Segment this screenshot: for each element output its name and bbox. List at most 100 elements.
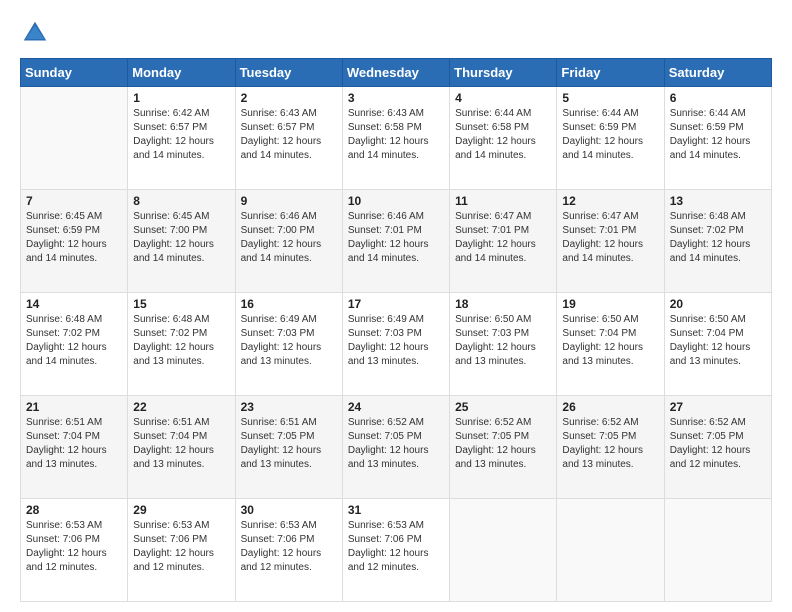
- calendar-cell: 2 Sunrise: 6:43 AMSunset: 6:57 PMDaylight…: [235, 87, 342, 190]
- day-info: Sunrise: 6:42 AMSunset: 6:57 PMDaylight:…: [133, 107, 229, 163]
- day-info: Sunrise: 6:52 AMSunset: 7:05 PMDaylight:…: [562, 416, 658, 472]
- calendar-cell: 28 Sunrise: 6:53 AMSunset: 7:06 PMDayligh…: [21, 499, 128, 602]
- calendar-week-row: 7 Sunrise: 6:45 AMSunset: 6:59 PMDaylight…: [21, 190, 772, 293]
- day-info: Sunrise: 6:52 AMSunset: 7:05 PMDaylight:…: [455, 416, 551, 472]
- calendar-cell: 10Sunrise: 6:46 AMSunset: 7:01 PMDayligh…: [342, 190, 449, 293]
- day-number: 5: [562, 91, 658, 105]
- page: SundayMondayTuesdayWednesdayThursdayFrid…: [0, 0, 792, 612]
- day-number: 22: [133, 400, 229, 414]
- day-number: 24: [348, 400, 444, 414]
- calendar-cell: 18 Sunrise: 6:50 AMSunset: 7:03 PMDayligh…: [450, 293, 557, 396]
- calendar-header-row: SundayMondayTuesdayWednesdayThursdayFrid…: [21, 59, 772, 87]
- calendar-cell: [21, 87, 128, 190]
- day-info: Sunrise: 6:46 AMSunset: 7:01 PMDaylight:…: [348, 210, 444, 266]
- day-info: Sunrise: 6:53 AMSunset: 7:06 PMDaylight:…: [348, 519, 444, 575]
- calendar-cell: 16 Sunrise: 6:49 AMSunset: 7:03 PMDayligh…: [235, 293, 342, 396]
- calendar-cell: 29 Sunrise: 6:53 AMSunset: 7:06 PMDayligh…: [128, 499, 235, 602]
- day-number: 4: [455, 91, 551, 105]
- calendar-cell: 20 Sunrise: 6:50 AMSunset: 7:04 PMDayligh…: [664, 293, 771, 396]
- calendar-cell: 15Sunrise: 6:48 AMSunset: 7:02 PMDayligh…: [128, 293, 235, 396]
- day-info: Sunrise: 6:43 AMSunset: 6:57 PMDaylight:…: [241, 107, 337, 163]
- day-info: Sunrise: 6:46 AMSunset: 7:00 PMDaylight:…: [241, 210, 337, 266]
- calendar-cell: 30 Sunrise: 6:53 AMSunset: 7:06 PMDayligh…: [235, 499, 342, 602]
- calendar-cell: 4Sunrise: 6:44 AMSunset: 6:58 PMDaylight…: [450, 87, 557, 190]
- day-info: Sunrise: 6:43 AMSunset: 6:58 PMDaylight:…: [348, 107, 444, 163]
- day-number: 29: [133, 503, 229, 517]
- day-info: Sunrise: 6:48 AMSunset: 7:02 PMDaylight:…: [133, 313, 229, 369]
- day-number: 2: [241, 91, 337, 105]
- calendar-week-row: 14 Sunrise: 6:48 AMSunset: 7:02 PMDayligh…: [21, 293, 772, 396]
- day-info: Sunrise: 6:44 AMSunset: 6:59 PMDaylight:…: [562, 107, 658, 163]
- day-header-sunday: Sunday: [21, 59, 128, 87]
- day-info: Sunrise: 6:51 AMSunset: 7:04 PMDaylight:…: [26, 416, 122, 472]
- calendar-cell: 12 Sunrise: 6:47 AMSunset: 7:01 PMDayligh…: [557, 190, 664, 293]
- day-number: 12: [562, 194, 658, 208]
- day-info: Sunrise: 6:44 AMSunset: 6:59 PMDaylight:…: [670, 107, 766, 163]
- calendar-cell: 9 Sunrise: 6:46 AMSunset: 7:00 PMDaylight…: [235, 190, 342, 293]
- day-header-saturday: Saturday: [664, 59, 771, 87]
- calendar-cell: 13Sunrise: 6:48 AMSunset: 7:02 PMDayligh…: [664, 190, 771, 293]
- day-number: 18: [455, 297, 551, 311]
- day-number: 28: [26, 503, 122, 517]
- day-number: 14: [26, 297, 122, 311]
- day-header-monday: Monday: [128, 59, 235, 87]
- day-info: Sunrise: 6:51 AMSunset: 7:05 PMDaylight:…: [241, 416, 337, 472]
- calendar-cell: [450, 499, 557, 602]
- day-info: Sunrise: 6:50 AMSunset: 7:04 PMDaylight:…: [670, 313, 766, 369]
- calendar-cell: 6 Sunrise: 6:44 AMSunset: 6:59 PMDaylight…: [664, 87, 771, 190]
- day-number: 27: [670, 400, 766, 414]
- day-info: Sunrise: 6:52 AMSunset: 7:05 PMDaylight:…: [670, 416, 766, 472]
- header: [20, 18, 772, 48]
- day-number: 26: [562, 400, 658, 414]
- day-number: 30: [241, 503, 337, 517]
- day-number: 31: [348, 503, 444, 517]
- day-info: Sunrise: 6:53 AMSunset: 7:06 PMDaylight:…: [133, 519, 229, 575]
- calendar-table: SundayMondayTuesdayWednesdayThursdayFrid…: [20, 58, 772, 602]
- calendar-cell: 21 Sunrise: 6:51 AMSunset: 7:04 PMDayligh…: [21, 396, 128, 499]
- day-info: Sunrise: 6:50 AMSunset: 7:04 PMDaylight:…: [562, 313, 658, 369]
- day-number: 8: [133, 194, 229, 208]
- day-number: 21: [26, 400, 122, 414]
- day-header-friday: Friday: [557, 59, 664, 87]
- day-number: 16: [241, 297, 337, 311]
- day-info: Sunrise: 6:48 AMSunset: 7:02 PMDaylight:…: [670, 210, 766, 266]
- calendar-cell: [557, 499, 664, 602]
- calendar-cell: 11Sunrise: 6:47 AMSunset: 7:01 PMDayligh…: [450, 190, 557, 293]
- day-info: Sunrise: 6:47 AMSunset: 7:01 PMDaylight:…: [562, 210, 658, 266]
- calendar-cell: 5 Sunrise: 6:44 AMSunset: 6:59 PMDaylight…: [557, 87, 664, 190]
- calendar-cell: 24Sunrise: 6:52 AMSunset: 7:05 PMDayligh…: [342, 396, 449, 499]
- day-info: Sunrise: 6:49 AMSunset: 7:03 PMDaylight:…: [241, 313, 337, 369]
- day-number: 6: [670, 91, 766, 105]
- day-number: 20: [670, 297, 766, 311]
- day-number: 7: [26, 194, 122, 208]
- calendar-cell: 19 Sunrise: 6:50 AMSunset: 7:04 PMDayligh…: [557, 293, 664, 396]
- day-number: 25: [455, 400, 551, 414]
- day-info: Sunrise: 6:51 AMSunset: 7:04 PMDaylight:…: [133, 416, 229, 472]
- day-info: Sunrise: 6:45 AMSunset: 6:59 PMDaylight:…: [26, 210, 122, 266]
- calendar-cell: 1 Sunrise: 6:42 AMSunset: 6:57 PMDaylight…: [128, 87, 235, 190]
- day-info: Sunrise: 6:53 AMSunset: 7:06 PMDaylight:…: [241, 519, 337, 575]
- day-info: Sunrise: 6:49 AMSunset: 7:03 PMDaylight:…: [348, 313, 444, 369]
- calendar-week-row: 1 Sunrise: 6:42 AMSunset: 6:57 PMDaylight…: [21, 87, 772, 190]
- day-number: 19: [562, 297, 658, 311]
- calendar-cell: 22 Sunrise: 6:51 AMSunset: 7:04 PMDayligh…: [128, 396, 235, 499]
- day-number: 9: [241, 194, 337, 208]
- calendar-cell: [664, 499, 771, 602]
- logo-icon: [20, 18, 50, 48]
- day-number: 23: [241, 400, 337, 414]
- day-header-thursday: Thursday: [450, 59, 557, 87]
- calendar-week-row: 21 Sunrise: 6:51 AMSunset: 7:04 PMDayligh…: [21, 396, 772, 499]
- day-info: Sunrise: 6:47 AMSunset: 7:01 PMDaylight:…: [455, 210, 551, 266]
- calendar-cell: 17 Sunrise: 6:49 AMSunset: 7:03 PMDayligh…: [342, 293, 449, 396]
- day-info: Sunrise: 6:53 AMSunset: 7:06 PMDaylight:…: [26, 519, 122, 575]
- calendar-week-row: 28 Sunrise: 6:53 AMSunset: 7:06 PMDayligh…: [21, 499, 772, 602]
- day-header-wednesday: Wednesday: [342, 59, 449, 87]
- day-info: Sunrise: 6:50 AMSunset: 7:03 PMDaylight:…: [455, 313, 551, 369]
- calendar-cell: 8Sunrise: 6:45 AMSunset: 7:00 PMDaylight…: [128, 190, 235, 293]
- calendar-cell: 14 Sunrise: 6:48 AMSunset: 7:02 PMDayligh…: [21, 293, 128, 396]
- calendar-cell: 31 Sunrise: 6:53 AMSunset: 7:06 PMDayligh…: [342, 499, 449, 602]
- day-number: 1: [133, 91, 229, 105]
- calendar-cell: 27 Sunrise: 6:52 AMSunset: 7:05 PMDayligh…: [664, 396, 771, 499]
- day-number: 17: [348, 297, 444, 311]
- day-info: Sunrise: 6:48 AMSunset: 7:02 PMDaylight:…: [26, 313, 122, 369]
